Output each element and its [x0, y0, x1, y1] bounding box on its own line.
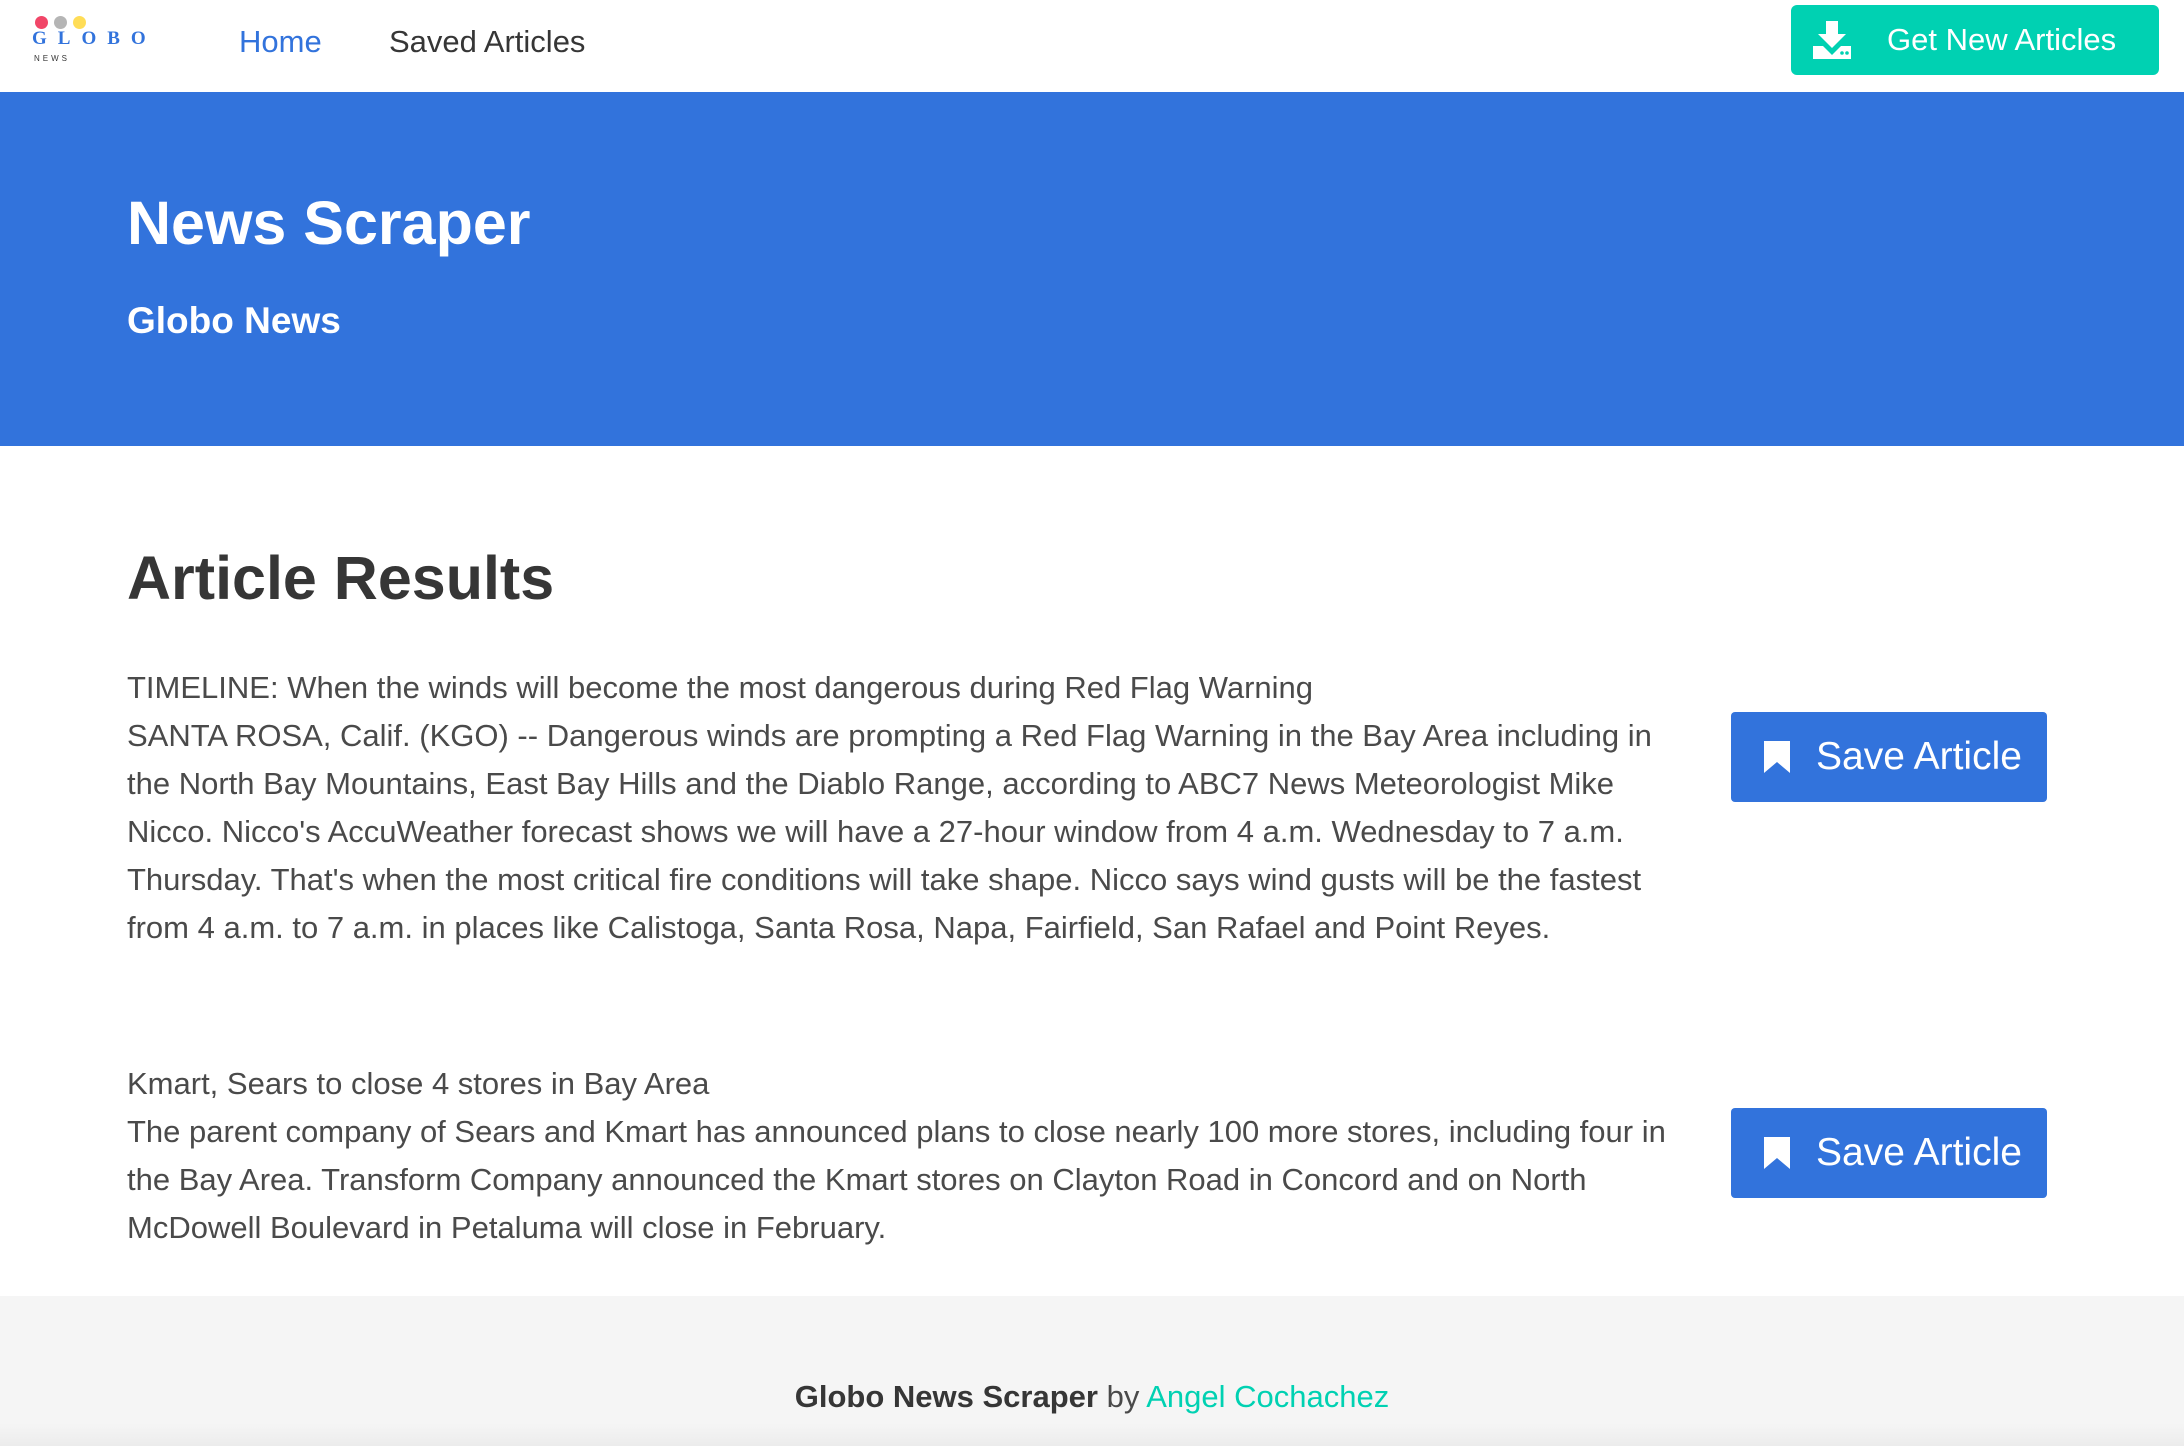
download-icon	[1813, 21, 1851, 59]
article-item: Kmart, Sears to close 4 stores in Bay Ar…	[127, 1060, 1667, 1252]
article-results-heading: Article Results	[127, 544, 555, 612]
article-summary: The parent company of Sears and Kmart ha…	[127, 1114, 1666, 1245]
hero-banner: News Scraper Globo News	[0, 92, 2184, 446]
save-article-button[interactable]: Save Article	[1731, 1108, 2047, 1198]
logo-wordmark: GLOBO	[32, 28, 157, 49]
bookmark-icon	[1764, 741, 1790, 773]
article-summary: SANTA ROSA, Calif. (KGO) -- Dangerous wi…	[127, 718, 1652, 945]
nav-link-home[interactable]: Home	[239, 22, 322, 62]
globo-news-logo[interactable]: GLOBO NEWS	[32, 16, 162, 68]
bookmark-icon	[1764, 1137, 1790, 1169]
article-headline: TIMELINE: When the winds will become the…	[127, 670, 1314, 705]
footer: Globo News Scraper by Angel Cochachez	[0, 1296, 2184, 1446]
article-item: TIMELINE: When the winds will become the…	[127, 664, 1667, 952]
nav-link-saved-articles[interactable]: Saved Articles	[389, 22, 585, 62]
footer-by: by	[1106, 1379, 1140, 1414]
get-new-articles-button[interactable]: Get New Articles	[1791, 5, 2159, 75]
page-title: News Scraper	[127, 189, 531, 257]
logo-subtitle: NEWS	[34, 54, 70, 63]
article-headline: Kmart, Sears to close 4 stores in Bay Ar…	[127, 1066, 710, 1101]
save-article-label: Save Article	[1816, 735, 2022, 778]
save-article-label: Save Article	[1816, 1131, 2022, 1174]
page-subtitle: Globo News	[127, 300, 341, 341]
footer-author-link[interactable]: Angel Cochachez	[1146, 1379, 1389, 1414]
footer-brand: Globo News Scraper	[794, 1379, 1098, 1414]
footer-credit: Globo News Scraper by Angel Cochachez	[0, 1377, 2184, 1417]
get-new-articles-label: Get New Articles	[1887, 22, 2117, 57]
save-article-button[interactable]: Save Article	[1731, 712, 2047, 802]
navbar: GLOBO NEWS Home Saved Articles Get New A…	[0, 0, 2184, 92]
